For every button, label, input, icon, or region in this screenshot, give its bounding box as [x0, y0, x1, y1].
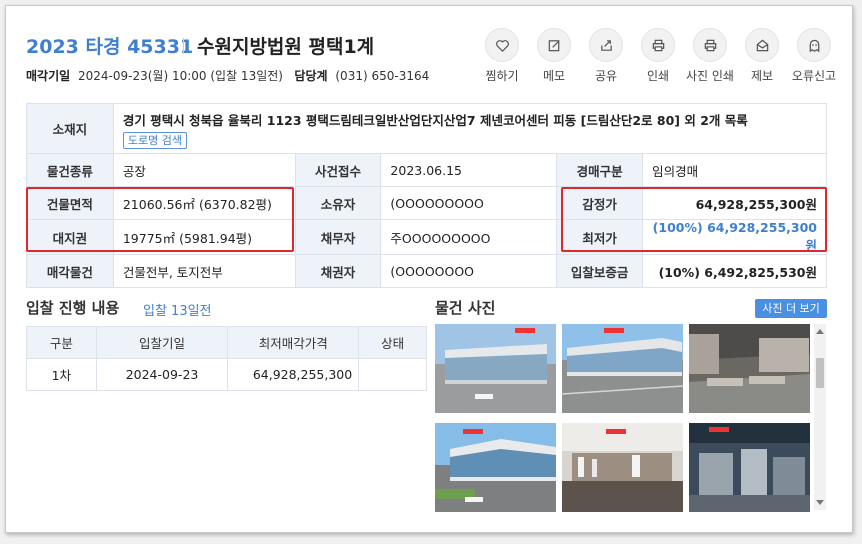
manager-label: 담당계	[294, 69, 328, 83]
building-photo-2[interactable]	[562, 324, 683, 413]
auction-detail-panel: 2023 타경 45331 수원지방법원 평택1계 매각기일 2024-09-2…	[5, 5, 853, 533]
scroll-thumb[interactable]	[816, 358, 824, 388]
bid-header-round: 구분	[26, 326, 97, 359]
creditor-value: (OOOOOOOO	[380, 254, 558, 288]
photo-print-label: 사진 인쇄	[686, 69, 734, 83]
more-photos-button[interactable]: 사진 더 보기	[755, 299, 827, 318]
manager-phone: (031) 650-3164	[335, 69, 430, 83]
debtor-value: 주OOOOOOOOO	[380, 219, 558, 255]
bid-status	[358, 358, 427, 391]
case-received-value: 2023.06.15	[380, 153, 558, 187]
owner-label: 소유자	[294, 186, 382, 220]
creditor-label: 채권자	[294, 254, 382, 288]
title-divider	[183, 38, 184, 54]
bid-deposit-label: 입찰보증금	[556, 254, 644, 288]
wishlist-label: 찜하기	[485, 69, 519, 83]
schedule-line: 매각기일 2024-09-23(월) 10:00 (입찰 13일전) 담당계 (…	[26, 67, 429, 84]
address-cell: 경기 평택시 청북읍 율북리 1123 평택드림테크일반산업단지산업7 제넨코어…	[112, 103, 828, 154]
sale-date-value: 2024-09-23(월) 10:00 (입찰 13일전)	[78, 69, 283, 83]
bid-progress-table: 구분 입찰기일 최저매각가격 상태 1차 2024-09-23 64,928,2…	[26, 326, 427, 391]
report-label: 제보	[750, 69, 774, 83]
photo-gallery	[435, 324, 813, 512]
mail-icon	[756, 39, 768, 51]
print-button[interactable]: 인쇄	[632, 28, 684, 84]
debtor-label: 채무자	[294, 219, 382, 255]
memo-button[interactable]: 메모	[528, 28, 580, 84]
sale-date-label: 매각기일	[26, 69, 71, 83]
action-toolbar: 찜하기 메모 공유 인쇄 사진 인쇄 제보 오류신고	[476, 28, 840, 84]
building-photo-3[interactable]	[435, 423, 556, 512]
property-type-label: 물건종류	[26, 153, 114, 187]
bid-deposit-value: (10%) 6,492,825,530원	[642, 254, 827, 288]
photo-print-icon	[704, 39, 716, 51]
case-received-label: 사건접수	[294, 153, 382, 187]
scroll-down-icon[interactable]	[816, 500, 824, 505]
photo-print-button[interactable]: 사진 인쇄	[684, 28, 736, 84]
owner-value: (OOOOOOOOO	[380, 186, 558, 220]
case-number: 2023 타경 45331	[26, 36, 194, 58]
sale-items-label: 매각물건	[26, 254, 114, 288]
bid-progress-title: 입찰 진행 내용	[26, 299, 120, 317]
report-button[interactable]: 제보	[736, 28, 788, 84]
bid-date: 2024-09-23	[95, 358, 229, 391]
price-highlight-box	[561, 187, 827, 252]
wishlist-button[interactable]: 찜하기	[476, 28, 528, 84]
share-icon	[600, 39, 612, 51]
print-label: 인쇄	[646, 69, 670, 83]
photos-title: 물건 사진	[435, 299, 496, 317]
bid-header-price: 최저매각가격	[227, 326, 360, 359]
machinery-photo[interactable]	[689, 423, 810, 512]
bid-round: 1차	[26, 358, 97, 391]
court-name: 수원지방법원 평택1계	[197, 36, 375, 58]
interior-photo-1[interactable]	[689, 324, 810, 413]
scroll-up-icon[interactable]	[816, 329, 824, 334]
building-photo-1[interactable]	[435, 324, 556, 413]
bid-days-left[interactable]: 입찰 13일전	[143, 300, 212, 319]
auction-type-value: 임의경매	[642, 153, 827, 187]
error-report-button[interactable]: 오류신고	[788, 28, 840, 84]
sale-items-value: 건물전부, 토지전부	[112, 254, 296, 288]
address-label: 소재지	[26, 103, 114, 154]
lab-photo[interactable]	[562, 423, 683, 512]
share-label: 공유	[594, 69, 618, 83]
table-row: 1차 2024-09-23 64,928,255,300	[26, 358, 427, 391]
share-button[interactable]: 공유	[580, 28, 632, 84]
address-text: 경기 평택시 청북읍 율북리 1123 평택드림테크일반산업단지산업7 제넨코어…	[122, 112, 748, 128]
bid-price: 64,928,255,300	[227, 358, 360, 391]
memo-label: 메모	[542, 69, 566, 83]
area-highlight-box	[26, 187, 294, 252]
error-report-label: 오류신고	[791, 69, 837, 83]
gallery-scrollbar[interactable]	[814, 324, 826, 510]
print-icon	[652, 39, 664, 51]
road-name-search-button[interactable]: 도로명 검색	[122, 131, 187, 149]
heart-icon	[495, 39, 509, 52]
memo-icon	[548, 39, 560, 51]
auction-type-label: 경매구분	[556, 153, 644, 187]
bid-header-status: 상태	[358, 326, 427, 359]
bid-header-date: 입찰기일	[95, 326, 229, 359]
property-type-value: 공장	[112, 153, 296, 187]
ghost-icon	[809, 39, 819, 52]
